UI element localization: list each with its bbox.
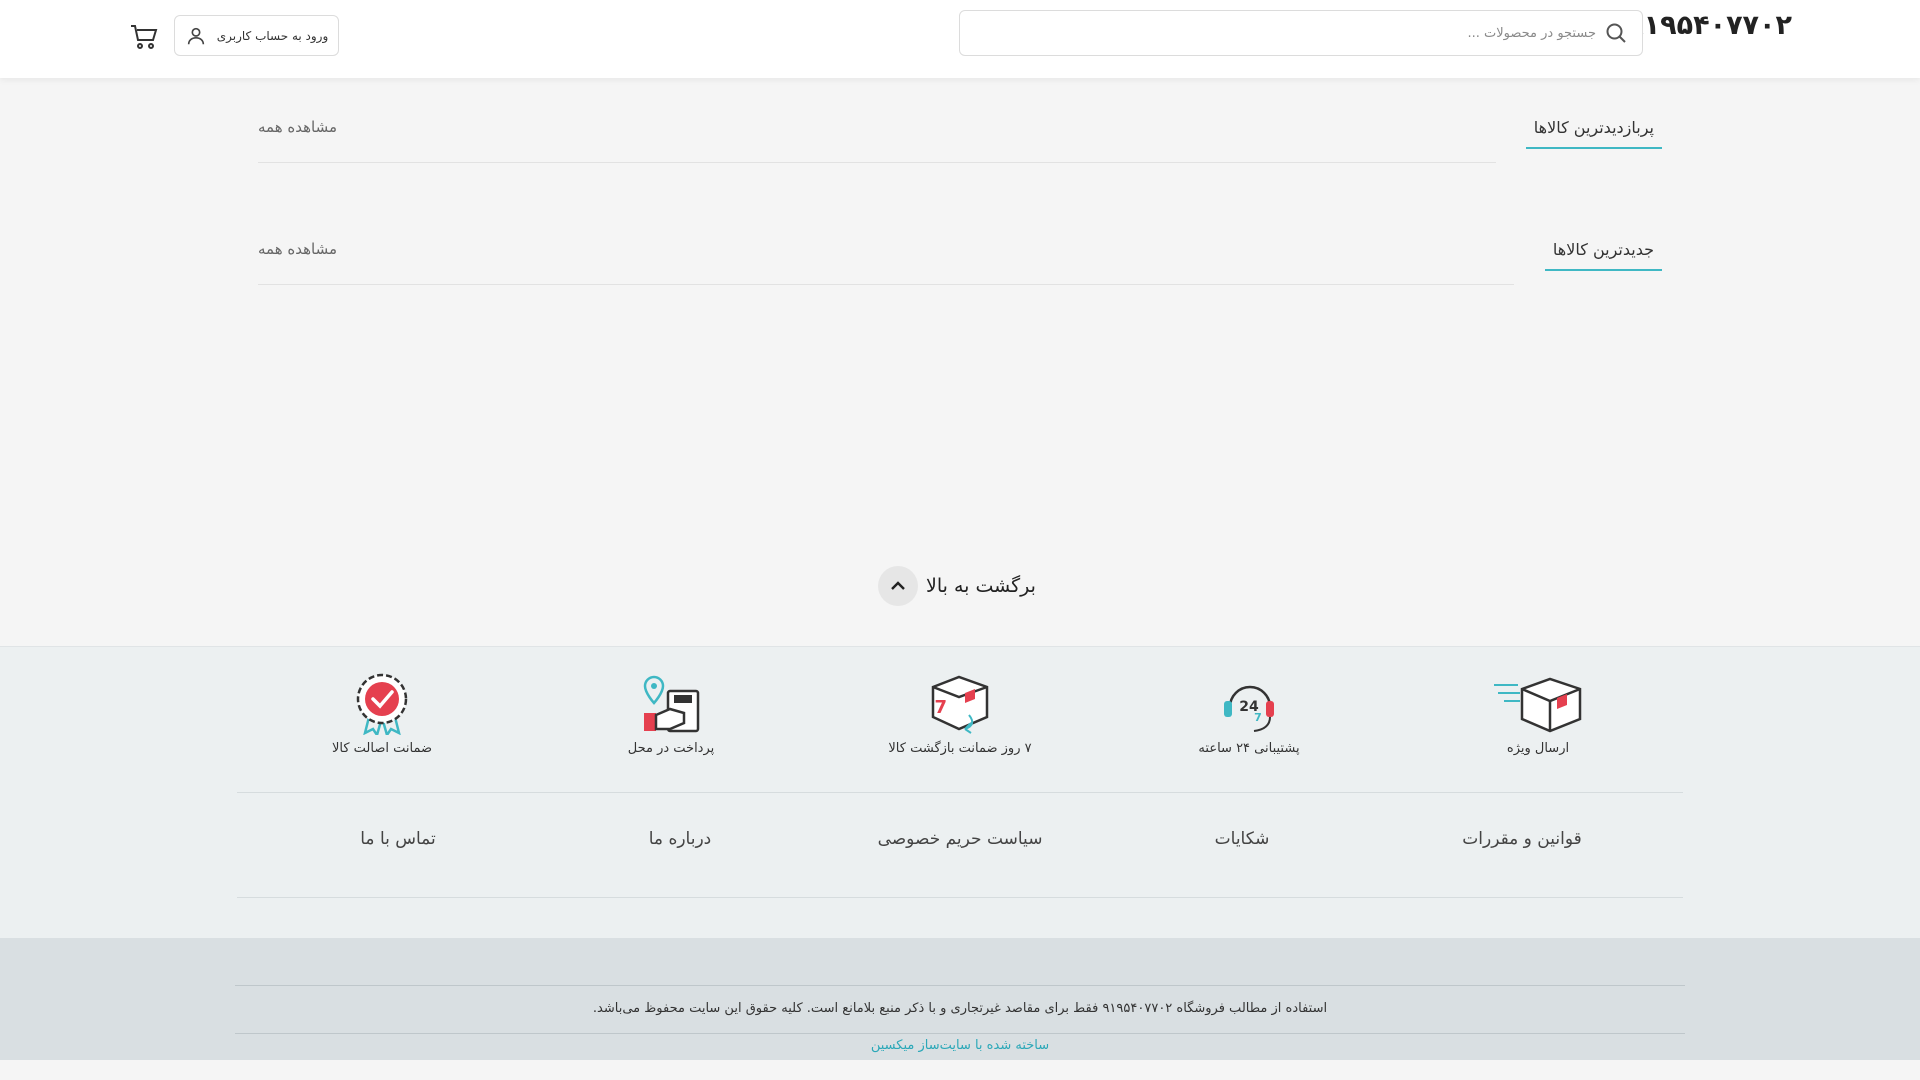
site-header: ۹۱۹۵۴۰۷۷۰۲ ورود به حساب کاربری — [0, 0, 1920, 78]
feature-item: 7 ۷ روز ضمانت بازگشت کالا — [860, 673, 1060, 756]
footer-divider — [237, 897, 1683, 898]
svg-text:7: 7 — [1254, 711, 1262, 724]
authenticity-badge-icon — [356, 673, 408, 735]
feature-item: ضمانت اصالت کالا — [282, 673, 482, 756]
site-footer: ارسال ویژه 24 7 پشتیبانی ۲۴ ساعته 7 ۷ رو… — [0, 646, 1920, 938]
cart-icon[interactable] — [130, 24, 158, 50]
svg-text:7: 7 — [934, 697, 947, 718]
login-label: ورود به حساب کاربری — [216, 28, 329, 43]
feature-item: پرداخت در محل — [571, 673, 771, 756]
features-row: ارسال ویژه 24 7 پشتیبانی ۲۴ ساعته 7 ۷ رو… — [0, 673, 1920, 773]
feature-label: پشتیبانی ۲۴ ساعته — [1198, 741, 1300, 756]
return-7-days-icon: 7 — [931, 675, 989, 734]
footer-link-complaints[interactable]: شکایات — [1215, 829, 1270, 849]
section-title: جدیدترین کالاها — [1544, 240, 1662, 271]
feature-item: ارسال ویژه — [1438, 673, 1638, 756]
search-icon[interactable] — [1604, 21, 1628, 45]
feature-label: ارسال ویژه — [1506, 741, 1570, 756]
section-title: پربازدیدترین کالاها — [1525, 118, 1662, 149]
support-24-icon: 24 7 — [1224, 685, 1274, 732]
search-box[interactable] — [959, 10, 1643, 56]
cash-on-delivery-icon — [643, 675, 700, 733]
search-input[interactable] — [996, 25, 1596, 41]
view-all-link[interactable]: مشاهده همه — [258, 118, 337, 136]
back-to-top-label: برگشت به بالا — [926, 575, 1036, 597]
section-divider — [258, 284, 1514, 285]
feature-label: ۷ روز ضمانت بازگشت کالا — [888, 741, 1032, 756]
copyright-text: استفاده از مطالب فروشگاه ۹۱۹۵۴۰۷۷۰۲ فقط … — [592, 1001, 1328, 1016]
feature-item: 24 7 پشتیبانی ۲۴ ساعته — [1149, 673, 1349, 756]
feature-label: پرداخت در محل — [627, 741, 715, 756]
view-all-link[interactable]: مشاهده همه — [258, 240, 337, 258]
newest-section: جدیدترین کالاها مشاهده همه — [258, 240, 1662, 285]
footer-bottom-divider — [235, 1033, 1685, 1034]
footer-link-rules[interactable]: قوانین و مقررات — [1462, 829, 1581, 849]
builder-link[interactable]: ساخته شده با سایت‌ساز میکسین — [0, 1038, 1920, 1053]
site-logo[interactable]: ۹۱۹۵۴۰۷۷۰۲ — [1627, 10, 1792, 41]
footer-links: تماس با ما درباره ما سیاست حریم خصوصی شک… — [0, 829, 1920, 869]
footer-link-privacy[interactable]: سیاست حریم خصوصی — [878, 829, 1043, 849]
section-divider — [258, 162, 1496, 163]
back-to-top-button[interactable]: برگشت به بالا — [878, 566, 1036, 606]
footer-bottom-divider — [235, 985, 1685, 986]
chevron-up-icon — [878, 566, 918, 606]
user-icon — [187, 27, 204, 44]
login-button[interactable]: ورود به حساب کاربری — [174, 15, 339, 56]
feature-label: ضمانت اصالت کالا — [331, 741, 433, 756]
footer-bottom: استفاده از مطالب فروشگاه ۹۱۹۵۴۰۷۷۰۲ فقط … — [0, 938, 1920, 1060]
delivery-box-icon — [1494, 677, 1582, 733]
most-viewed-section: پربازدیدترین کالاها مشاهده همه — [258, 118, 1662, 163]
footer-divider — [237, 792, 1683, 793]
footer-link-about[interactable]: درباره ما — [649, 829, 712, 849]
footer-link-contact[interactable]: تماس با ما — [360, 829, 436, 849]
